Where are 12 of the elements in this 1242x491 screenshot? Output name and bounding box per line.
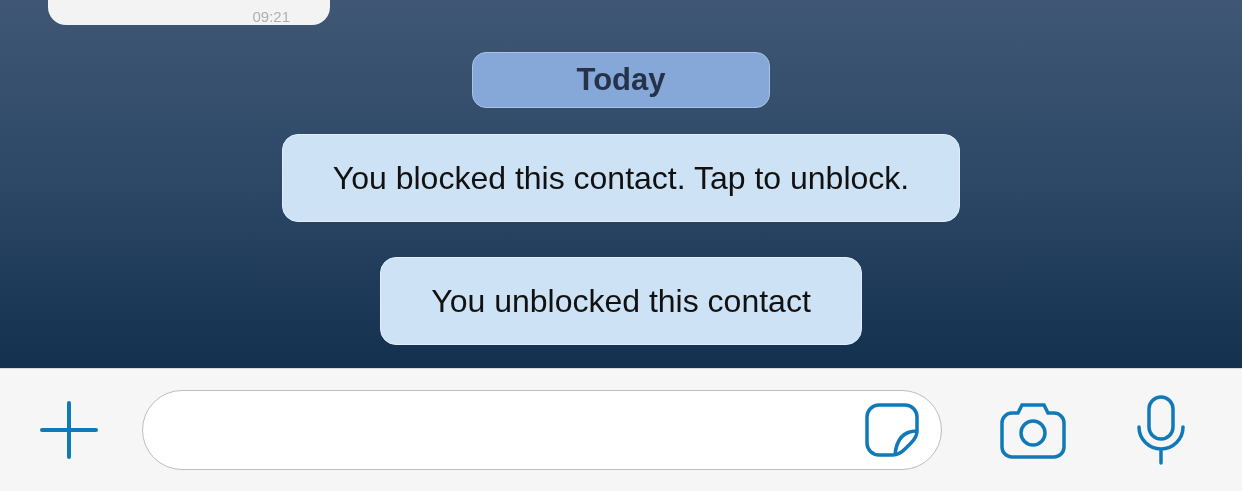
add-button[interactable] bbox=[40, 401, 98, 459]
camera-button[interactable] bbox=[1000, 401, 1066, 459]
sticker-icon bbox=[865, 403, 919, 457]
system-message[interactable]: You blocked this contact. Tap to unblock. bbox=[281, 134, 961, 222]
microphone-icon bbox=[1136, 395, 1186, 465]
sticker-button[interactable] bbox=[865, 403, 919, 457]
microphone-button[interactable] bbox=[1136, 395, 1186, 465]
system-message: You unblocked this contact bbox=[380, 257, 862, 345]
plus-icon bbox=[40, 401, 98, 459]
date-separator: Today bbox=[472, 52, 770, 108]
message-time: 09:21 bbox=[252, 8, 290, 25]
camera-icon bbox=[1000, 401, 1066, 459]
